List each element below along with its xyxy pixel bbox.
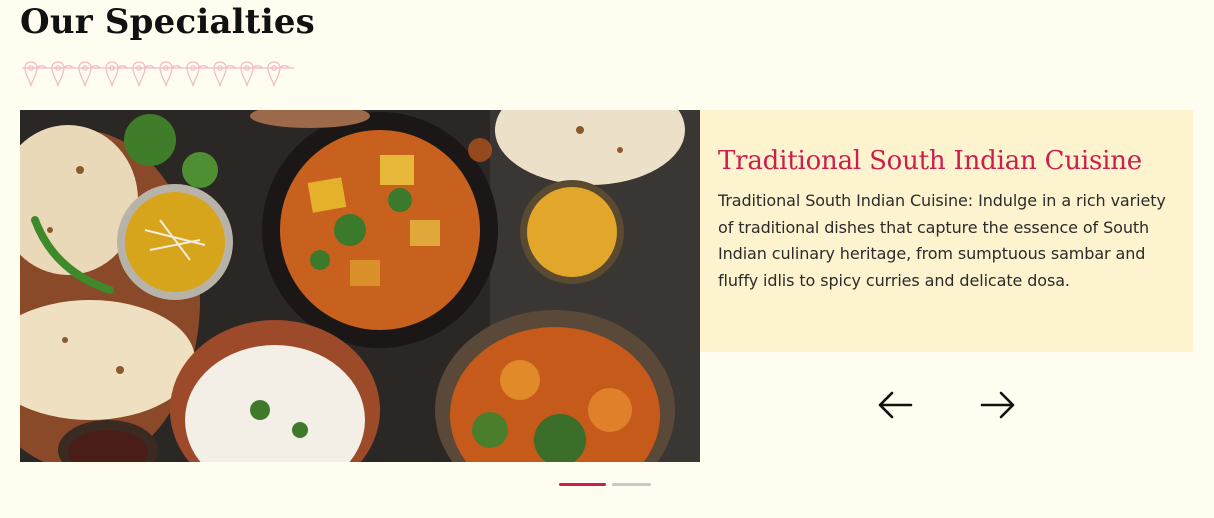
section-title: Our Specialties	[20, 2, 316, 42]
pagination-dot-2[interactable]	[612, 483, 651, 486]
arrow-right-icon	[980, 391, 1015, 419]
slide-heading: Traditional South Indian Cuisine	[718, 146, 1142, 176]
arrow-left-icon	[878, 391, 913, 419]
decorative-divider-icon	[22, 61, 294, 87]
slide-description: Traditional South Indian Cuisine: Indulg…	[718, 191, 1166, 290]
carousel-pagination	[559, 483, 651, 486]
dish-photo	[20, 110, 700, 462]
prev-slide-button[interactable]	[873, 383, 917, 427]
slide-info-card: Traditional South Indian Cuisine Traditi…	[700, 110, 1193, 352]
next-slide-button[interactable]	[976, 383, 1020, 427]
pagination-dot-1[interactable]	[559, 483, 606, 486]
